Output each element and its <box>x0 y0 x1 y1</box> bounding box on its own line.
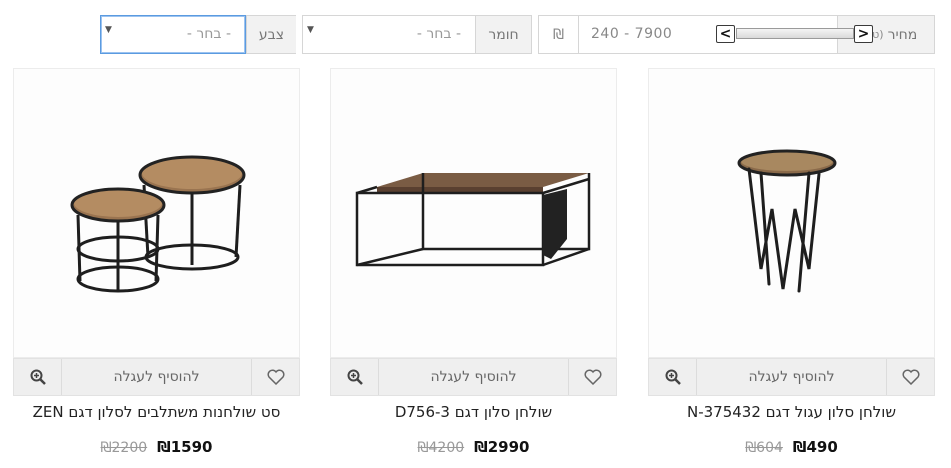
quick-view-button[interactable] <box>331 359 379 395</box>
add-to-cart-button[interactable]: להוסיף לעגלה <box>379 359 568 395</box>
add-to-cart-button[interactable]: להוסיף לעגלה <box>697 359 886 395</box>
sale-price: ₪1590 <box>157 438 213 456</box>
product-image[interactable] <box>648 68 935 358</box>
currency-symbol: ₪ <box>539 16 579 53</box>
range-min-handle[interactable]: < <box>716 25 735 43</box>
price-label-text: מחיר <box>887 26 918 43</box>
price-range-text: 240 - 7900 <box>591 26 673 42</box>
zoom-in-icon <box>30 369 46 385</box>
price-range-slider[interactable]: 240 - 7900 < > <box>579 16 873 53</box>
range-max-handle[interactable]: > <box>854 25 873 43</box>
product-actions: להוסיף לעגלה <box>648 358 935 396</box>
original-price: ₪4200 <box>417 440 465 456</box>
color-filter: צבע - בחר - ▼ <box>100 15 296 54</box>
material-select-value: - בחר - <box>416 26 461 42</box>
range-track[interactable] <box>736 28 854 39</box>
material-filter: חומר - בחר - ▼ <box>302 15 532 54</box>
material-select[interactable]: - בחר - ▼ <box>303 16 475 53</box>
original-price: ₪604 <box>745 440 783 456</box>
product-actions: להוסיף לעגלה <box>330 358 617 396</box>
product-image[interactable] <box>330 68 617 358</box>
zoom-in-icon <box>347 369 363 385</box>
wishlist-button[interactable] <box>568 359 616 395</box>
sale-price: ₪490 <box>792 438 838 456</box>
original-price: ₪2200 <box>100 440 148 456</box>
add-to-cart-button[interactable]: להוסיף לעגלה <box>62 359 251 395</box>
heart-icon <box>584 369 601 385</box>
sale-price: ₪2990 <box>474 438 530 456</box>
product-card: להוסיף לעגלה שולחן סלון דגם D756-3 ₪2990… <box>330 68 617 468</box>
product-image[interactable] <box>13 68 300 358</box>
quick-view-button[interactable] <box>14 359 62 395</box>
color-select-value: - בחר - <box>186 26 231 42</box>
product-title[interactable]: סט שולחנות משתלבים לסלון דגם ZEN <box>13 403 300 421</box>
wishlist-button[interactable] <box>886 359 934 395</box>
product-title[interactable]: שולחן סלון עגול דגם N-375432 <box>648 403 935 421</box>
wishlist-button[interactable] <box>251 359 299 395</box>
product-title[interactable]: שולחן סלון דגם D756-3 <box>330 403 617 421</box>
price-filter: מחיר (טווח) 240 - 7900 < > ₪ <box>538 15 935 54</box>
quick-view-button[interactable] <box>649 359 697 395</box>
product-prices: ₪2990 ₪4200 <box>330 438 617 456</box>
caret-down-icon: ▼ <box>307 25 314 35</box>
heart-icon <box>267 369 284 385</box>
color-select[interactable]: - בחר - ▼ <box>100 15 246 54</box>
caret-down-icon: ▼ <box>105 25 112 35</box>
color-filter-label: צבע <box>246 15 296 54</box>
product-card: להוסיף לעגלה סט שולחנות משתלבים לסלון דג… <box>13 68 300 468</box>
zoom-in-icon <box>665 369 681 385</box>
product-card: להוסיף לעגלה שולחן סלון עגול דגם N-37543… <box>648 68 935 468</box>
heart-icon <box>902 369 919 385</box>
product-prices: ₪490 ₪604 <box>648 438 935 456</box>
product-actions: להוסיף לעגלה <box>13 358 300 396</box>
material-filter-label: חומר <box>475 16 531 53</box>
product-prices: ₪1590 ₪2200 <box>13 438 300 456</box>
